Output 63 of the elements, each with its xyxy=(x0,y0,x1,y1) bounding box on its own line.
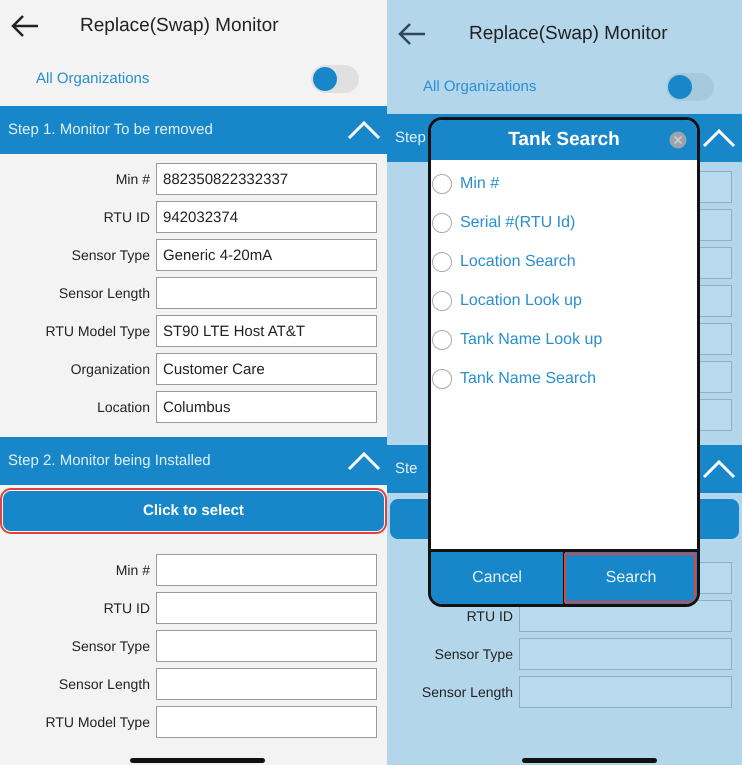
radio-button[interactable] xyxy=(432,212,452,232)
toggle-switch[interactable] xyxy=(666,73,714,101)
section-title: Ste xyxy=(395,458,418,479)
screen-title: Replace(Swap) Monitor xyxy=(80,14,279,38)
chevron-up-icon xyxy=(702,459,736,479)
back-arrow-icon[interactable] xyxy=(10,14,40,38)
radio-button[interactable] xyxy=(432,330,452,350)
screen-title: Replace(Swap) Monitor xyxy=(469,22,668,46)
input-field[interactable]: Generic 4-20mA xyxy=(156,239,377,271)
input-field[interactable] xyxy=(156,668,377,700)
chevron-up-icon xyxy=(347,120,381,140)
toggle-switch[interactable] xyxy=(311,65,359,93)
input-field[interactable] xyxy=(519,638,732,670)
field-label: RTU ID xyxy=(466,606,513,626)
field-label: Min # xyxy=(114,560,150,580)
field-label: Sensor Length xyxy=(58,674,150,694)
option-label[interactable]: Min # xyxy=(460,172,500,196)
field-label: RTU Model Type xyxy=(44,322,150,341)
input-field[interactable] xyxy=(519,676,732,708)
input-field[interactable] xyxy=(156,706,377,738)
section-title: Step 1. Monitor To be removed xyxy=(8,120,213,140)
all-organizations-label: All Organizations xyxy=(36,68,150,89)
field-label: RTU ID xyxy=(102,208,150,226)
input-field[interactable]: 882350822332337 xyxy=(156,163,377,195)
close-icon[interactable] xyxy=(669,131,687,149)
radio-button[interactable] xyxy=(432,368,452,388)
chevron-up-icon xyxy=(702,128,736,148)
option-label[interactable]: Serial #(RTU Id) xyxy=(460,210,576,234)
section-title: Step 2. Monitor being Installed xyxy=(8,450,211,471)
field-label: Sensor Type xyxy=(434,644,513,664)
dialog-button[interactable]: Search xyxy=(563,552,697,604)
field-label: Sensor Type xyxy=(70,246,150,265)
input-field[interactable] xyxy=(156,277,377,309)
select-button[interactable]: Click to select xyxy=(3,491,384,531)
field-label: Min # xyxy=(114,170,150,188)
field-label: Sensor Length xyxy=(58,284,150,303)
input-field[interactable]: Customer Care xyxy=(156,353,377,385)
radio-button[interactable] xyxy=(432,290,452,310)
chevron-up-icon xyxy=(347,451,381,471)
field-label: Sensor Length xyxy=(420,682,513,702)
all-organizations-label: All Organizations xyxy=(423,76,536,97)
section-header[interactable]: Step 2. Monitor being Installed xyxy=(0,437,387,485)
radio-button[interactable] xyxy=(432,252,452,272)
option-label[interactable]: Location Search xyxy=(460,250,576,274)
back-arrow-icon[interactable] xyxy=(397,22,427,46)
input-field[interactable]: ST90 LTE Host AT&T xyxy=(156,315,377,347)
option-label[interactable]: Location Look up xyxy=(460,288,582,312)
radio-button[interactable] xyxy=(432,174,452,194)
field-label: Sensor Type xyxy=(70,636,150,656)
dialog-title: Tank Search xyxy=(508,128,620,152)
input-field[interactable]: Columbus xyxy=(156,391,377,423)
input-field[interactable]: 942032374 xyxy=(156,201,377,233)
field-label: Location xyxy=(96,398,150,416)
input-field[interactable] xyxy=(156,630,377,662)
field-label: RTU Model Type xyxy=(44,712,150,732)
section-header[interactable]: Step 1. Monitor To be removed xyxy=(0,106,387,154)
field-label: RTU ID xyxy=(102,598,150,618)
field-label: Organization xyxy=(70,360,150,379)
option-label[interactable]: Tank Name Look up xyxy=(460,328,602,352)
section-title: Step xyxy=(395,128,426,148)
input-field[interactable] xyxy=(156,592,377,624)
input-field[interactable] xyxy=(156,554,377,586)
option-label[interactable]: Tank Name Search xyxy=(460,366,596,390)
